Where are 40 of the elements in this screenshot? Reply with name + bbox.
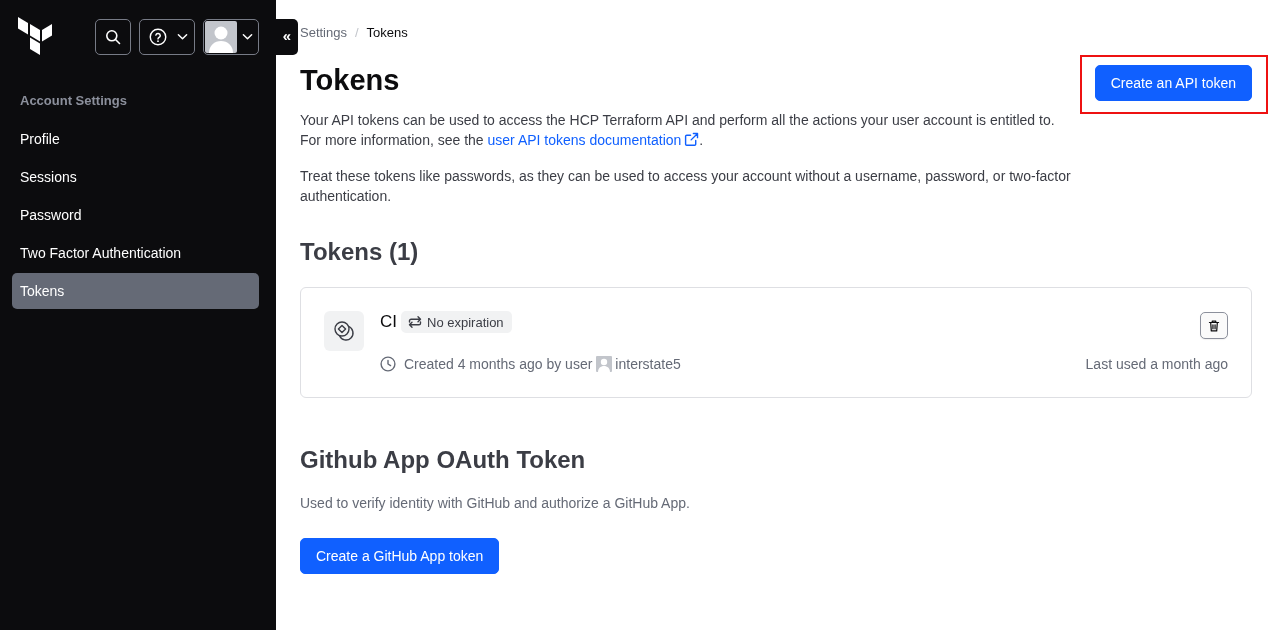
nav-item[interactable]: Two Factor Authentication: [12, 235, 259, 271]
logo-icon: [18, 17, 52, 55]
section-title: Tokens (1): [300, 237, 420, 267]
nav-item[interactable]: Password: [12, 197, 259, 233]
help-icon: [149, 28, 167, 46]
last-used-text: Last used a month ago: [1085, 355, 1228, 374]
nav-item[interactable]: Tokens: [12, 273, 259, 309]
avatar-icon: [205, 21, 237, 53]
username: interstate5: [615, 355, 681, 374]
docs-link[interactable]: user API tokens documentation: [487, 132, 700, 148]
breadcrumb-current: Tokens: [366, 24, 408, 42]
warning-text: Treat these tokens like passwords, as they can be used to access your account without a username, password, or two-factor authentication.: [300, 167, 1072, 206]
search-button[interactable]: [95, 19, 131, 55]
external-link-icon: [684, 132, 700, 147]
nav-item[interactable]: Sessions: [12, 159, 259, 195]
breadcrumb-link[interactable]: Settings: [300, 24, 347, 42]
create-github-token-button[interactable]: Create a GitHub App token: [300, 538, 500, 574]
coins-icon: [324, 311, 364, 351]
nav-item[interactable]: Profile: [12, 121, 259, 157]
section-title: Github App OAuth Token: [300, 445, 587, 475]
swap-arrows-icon: [407, 314, 423, 330]
expiration-text: No expiration: [427, 314, 504, 330]
breadcrumb-separator: /: [355, 24, 359, 42]
section-description: Used to verify identity with GitHub and authorize a GitHub App.: [300, 494, 691, 513]
intro-text: Your API tokens can be used to access the HCP Terraform API and perform all the actions your user account is entitled to. For more information, see the user API tokens documentation .: [300, 111, 1056, 150]
user-avatar-icon: [596, 356, 613, 372]
search-icon: [105, 29, 121, 45]
create-token-button[interactable]: Create an API token: [1094, 65, 1252, 101]
delete-button[interactable]: [1200, 312, 1228, 339]
help-menu-button[interactable]: [139, 19, 195, 55]
user-menu-button[interactable]: [203, 19, 259, 55]
created-text: Created 4 months ago by user: [404, 355, 593, 374]
section-heading: Account Settings: [19, 92, 128, 110]
caret-icon: [177, 33, 188, 41]
token-name: CI: [380, 311, 397, 333]
trash-icon: [1207, 318, 1221, 333]
page-title: Tokens: [300, 63, 401, 98]
clock-icon: [380, 356, 396, 372]
caret-icon: [242, 33, 253, 41]
collapse-toggle[interactable]: «: [276, 19, 298, 55]
